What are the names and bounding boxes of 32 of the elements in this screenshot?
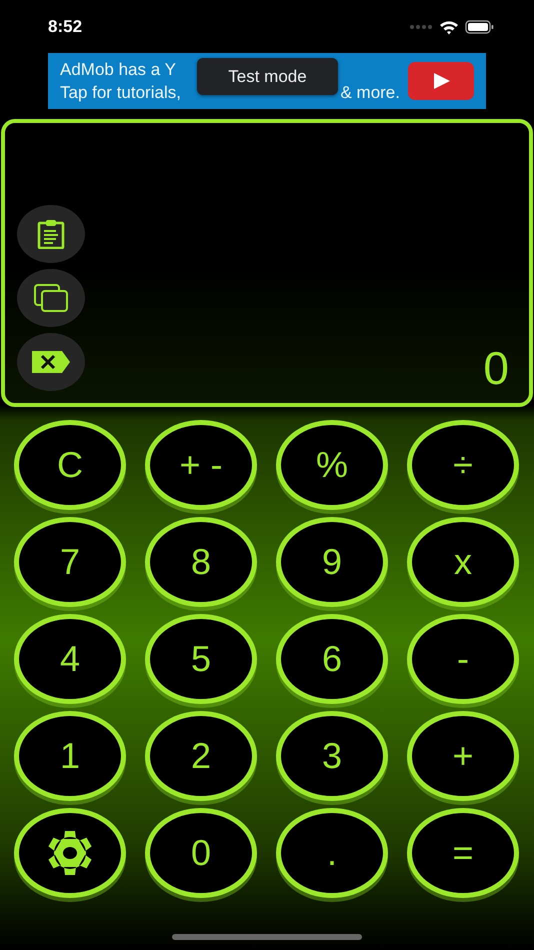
key-button[interactable]: + -: [145, 420, 257, 510]
key-button[interactable]: ÷: [407, 420, 519, 510]
ad-text: & more.: [340, 82, 400, 104]
key-button[interactable]: 8: [145, 517, 257, 607]
backspace-icon: [30, 349, 72, 375]
key-button[interactable]: 3: [276, 711, 388, 801]
ad-text: AdMob has a Y: [60, 59, 176, 81]
test-mode-toast: Test mode: [197, 58, 338, 95]
key-button[interactable]: -: [407, 614, 519, 704]
wifi-icon: [439, 20, 459, 34]
key-button[interactable]: 0: [145, 808, 257, 898]
key-button[interactable]: 5: [145, 614, 257, 704]
key-button[interactable]: .: [276, 808, 388, 898]
display-value: 0: [483, 343, 509, 393]
key-button[interactable]: %: [276, 420, 388, 510]
key-button[interactable]: 2: [145, 711, 257, 801]
status-time: 8:52: [48, 17, 82, 37]
key-button[interactable]: 6: [276, 614, 388, 704]
play-icon: [408, 62, 474, 100]
copy-icon: [33, 283, 69, 313]
key-button[interactable]: =: [407, 808, 519, 898]
ad-text: Tap for tutorials,: [60, 82, 181, 104]
key-button[interactable]: 1: [14, 711, 126, 801]
key-button[interactable]: 9: [276, 517, 388, 607]
key-button[interactable]: +: [407, 711, 519, 801]
key-button[interactable]: x: [407, 517, 519, 607]
key-button[interactable]: 7: [14, 517, 126, 607]
key-button[interactable]: C: [14, 420, 126, 510]
key-button[interactable]: 4: [14, 614, 126, 704]
signal-icon: [409, 24, 433, 30]
clipboard-icon: [37, 219, 65, 249]
battery-icon: [465, 20, 494, 34]
